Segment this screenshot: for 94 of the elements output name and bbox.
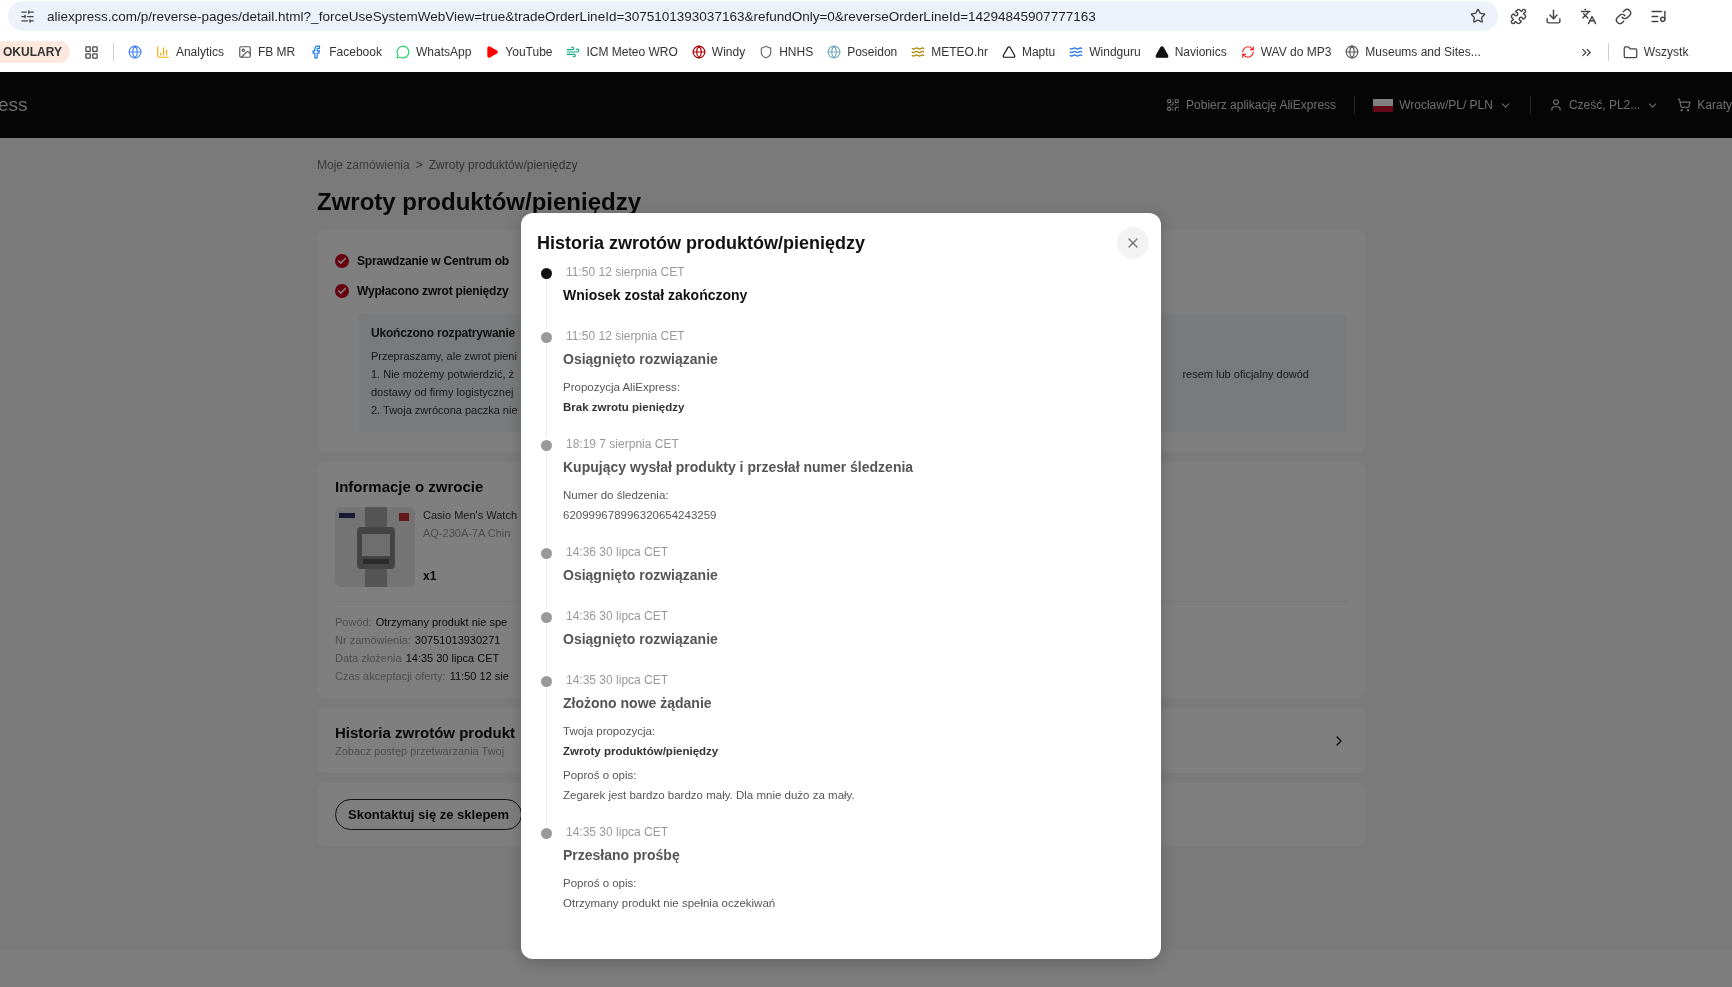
detail-value: 14:35 30 lipca CET xyxy=(405,652,500,664)
user-icon xyxy=(1548,98,1563,112)
bookmark[interactable]: Poseidon xyxy=(827,45,898,59)
event-title: Osiągnięto rozwiązanie xyxy=(563,631,718,647)
event-detail: 620999678996320654243259 xyxy=(563,508,717,523)
event-time: 14:35 30 lipca CET xyxy=(566,825,669,839)
event-detail: Otrzymany produkt nie spełnia oczekiwań xyxy=(563,896,776,911)
chat-icon xyxy=(395,45,410,59)
detail-value: 11:50 12 sie xyxy=(449,670,509,682)
event-time: 11:50 12 sierpnia CET xyxy=(566,329,685,343)
site-settings-icon[interactable] xyxy=(20,8,35,24)
refresh-icon xyxy=(1240,45,1255,59)
event-title: Osiągnięto rozwiązanie xyxy=(563,351,718,367)
step-label: Wypłacono zwrot pieniędzy xyxy=(357,284,509,298)
bookmark[interactable]: METEO.hr xyxy=(911,45,988,59)
translate-icon[interactable] xyxy=(1580,7,1597,25)
detail-value: 30751013930271 xyxy=(414,634,501,646)
event-detail: Zegarek jest bardzo bardzo mały. Dla mnie dużo za mały. xyxy=(563,788,855,803)
event-time: 14:36 30 lipca CET xyxy=(566,545,669,559)
event-detail: Poproś o opis: xyxy=(563,876,637,891)
bookmark[interactable]: ICM Meteo WRO xyxy=(566,45,678,59)
account-menu[interactable]: Cześć, PL2... xyxy=(1548,98,1660,112)
event-title: Złożono nowe żądanie xyxy=(563,695,712,711)
dialog-title: Historia zwrotów produktów/pieniędzy xyxy=(537,232,866,254)
breadcrumb-separator: > xyxy=(415,158,423,172)
breadcrumb-current: Zwroty produktów/pieniędzy xyxy=(428,158,578,172)
bookmark[interactable]: FB MR xyxy=(237,45,296,59)
result-text: 1. Nie możemy potwierdzić, ż xyxy=(371,367,515,382)
play-icon xyxy=(485,45,500,59)
event-detail: Brak zwrotu pieniędzy xyxy=(563,400,685,415)
folder-icon xyxy=(1622,44,1638,60)
waves-icon xyxy=(911,45,926,59)
event-time: 14:35 30 lipca CET xyxy=(566,673,669,687)
chart-icon xyxy=(155,45,170,59)
flag-icon xyxy=(1373,98,1394,112)
event-detail: Numer do śledzenia: xyxy=(563,488,669,503)
globe-icon xyxy=(1345,45,1360,59)
link-icon[interactable] xyxy=(1615,7,1632,25)
address-bar[interactable]: aliexpress.com/p/reverse-pages/detail.html?_forceUseSystemWebView=true&tradeOrderLineId=3075101393037163&refundOnly=0&reverseOrderLineId=14294845907777163 xyxy=(8,1,1498,31)
download-icon[interactable] xyxy=(1545,7,1562,25)
bookmark[interactable]: Windguru xyxy=(1069,45,1141,59)
bookmark[interactable]: WAV do MP3 xyxy=(1240,45,1332,59)
globe-icon xyxy=(691,45,706,59)
event-time: 18:19 7 sierpnia CET xyxy=(566,437,679,451)
event-detail: Poproś o opis: xyxy=(563,768,637,783)
bookmark-group[interactable]: OKULARY xyxy=(0,41,70,63)
event-title: Kupujący wysłał produkty i przesłał numer śledzenia xyxy=(563,459,914,475)
product-name: Casio Men's Watch xyxy=(423,508,517,523)
result-title: Ukończono rozpatrywanie xyxy=(371,326,516,340)
event-title: Osiągnięto rozwiązanie xyxy=(563,567,718,583)
bookmark[interactable]: Navionics xyxy=(1154,45,1227,59)
event-title: Wniosek został zakończony xyxy=(563,287,748,303)
cart-link[interactable]: Karaty xyxy=(1677,98,1732,112)
bookmark-folder[interactable]: Wszystk xyxy=(1622,44,1689,60)
qr-code-icon xyxy=(1166,98,1181,112)
app-download-link[interactable]: Pobierz aplikację AliExpress xyxy=(1166,98,1337,112)
section-title: Historia zwrotów produkt xyxy=(335,724,515,741)
bookmark[interactable]: Windy xyxy=(691,45,746,59)
bookmark[interactable]: Facebook xyxy=(309,45,382,59)
extensions-icon[interactable] xyxy=(1510,7,1527,25)
triangle-icon xyxy=(1154,45,1169,59)
event-detail: Twoja propozycja: xyxy=(563,724,656,739)
result-text: 2. Twoja zwrócona paczka nie xyxy=(371,403,518,418)
bookmark[interactable]: YouTube xyxy=(485,45,553,59)
page-title: Zwroty produktów/pieniędzy xyxy=(317,188,642,216)
region-selector[interactable]: Wrocław/PL/ PLN xyxy=(1373,98,1512,112)
event-detail: Zwroty produktów/pieniędzy xyxy=(563,744,719,759)
waves-icon xyxy=(1069,45,1084,59)
event-detail: Propozycja AliExpress: xyxy=(563,380,680,395)
bookmark[interactable]: Maptu xyxy=(1001,45,1056,59)
event-time: 14:36 30 lipca CET xyxy=(566,609,669,623)
globe-icon xyxy=(827,45,842,59)
bookmark[interactable]: WhatsApp xyxy=(395,45,472,59)
bookmark-star-icon[interactable] xyxy=(1470,8,1486,24)
event-time: 11:50 12 sierpnia CET xyxy=(566,265,685,279)
product-quantity: x1 xyxy=(423,569,438,583)
cart-icon xyxy=(1677,98,1692,112)
event-title: Przesłano prośbę xyxy=(563,847,680,863)
detail-value: Otrzymany produkt nie spe xyxy=(375,616,508,628)
step-label: Sprawdzanie w Centrum ob xyxy=(357,254,509,268)
bookmark[interactable]: Analytics xyxy=(155,45,224,59)
wind-icon xyxy=(566,45,581,59)
globe-icon[interactable] xyxy=(127,45,142,59)
apps-icon[interactable] xyxy=(83,44,99,60)
bookmark[interactable]: HNHS xyxy=(759,45,814,59)
result-text: resem lub oficjalny dowód xyxy=(1182,367,1309,382)
contact-store-button[interactable]: Skontaktuj się ze sklepem xyxy=(335,799,523,830)
bookmark[interactable]: Museums and Sites... xyxy=(1345,45,1481,59)
result-text: Przepraszamy, ale zwrot pieni xyxy=(371,349,517,364)
section-title: Informacje o zwrocie xyxy=(335,478,484,495)
image-icon xyxy=(237,45,252,59)
url-text: aliexpress.com/p/reverse-pages/detail.html?_forceUseSystemWebView=true&tradeOrderLineId=3075101393037163&refundOnly=0&reverseOrderLineId=14294845907777163 xyxy=(47,8,1097,24)
shield-icon xyxy=(759,45,774,59)
result-text: dostawy od firmy logistycznej xyxy=(371,385,514,400)
